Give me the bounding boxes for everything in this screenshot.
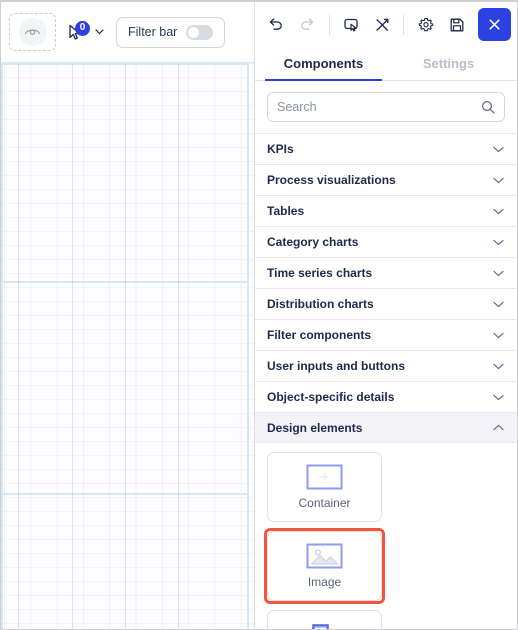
tab-settings[interactable]: Settings <box>386 47 511 80</box>
accordion-label: Filter components <box>267 328 372 342</box>
switch-knob <box>188 26 200 38</box>
save-button[interactable] <box>443 11 470 38</box>
chevron-down-icon <box>493 394 504 400</box>
component-category-list: KPIs Process visualizations Tables Categ… <box>255 133 517 629</box>
accordion-design-elements[interactable]: Design elements <box>255 412 517 443</box>
canvas-section-edge <box>1 493 3 629</box>
image-picture-icon <box>306 543 343 569</box>
selection-count-dropdown[interactable]: 0 <box>66 20 106 43</box>
panel-tabs: Components Settings <box>255 47 517 81</box>
chevron-down-icon <box>493 239 504 245</box>
filter-bar-toggle[interactable]: Filter bar <box>116 16 226 48</box>
accordion-tables[interactable]: Tables <box>255 195 517 226</box>
canvas-grid-area[interactable] <box>1 63 254 629</box>
accordion-user-inputs-and-buttons[interactable]: User inputs and buttons <box>255 350 517 381</box>
design-elements-card-grid: Container Image <box>255 443 517 629</box>
canvas-column-line <box>72 63 73 629</box>
chevron-down-icon <box>95 29 104 35</box>
chevron-up-icon <box>493 424 504 431</box>
component-card-container[interactable]: Container <box>267 452 382 522</box>
canvas-section-edge <box>1 63 3 283</box>
text-box-icon <box>312 624 329 629</box>
accordion-label: Category charts <box>267 235 359 249</box>
connections-button[interactable] <box>369 11 396 38</box>
toolbar-separator <box>403 14 405 35</box>
accordion-process-visualizations[interactable]: Process visualizations <box>255 164 517 195</box>
chevron-down-icon <box>493 146 504 152</box>
gear-icon <box>418 17 434 31</box>
cursor-in-screen-icon <box>344 18 358 31</box>
container-card-wrap: Container <box>267 452 382 522</box>
accordion-label: Distribution charts <box>267 297 374 311</box>
component-card-label: Container <box>298 496 351 510</box>
chevron-down-icon <box>493 177 504 183</box>
accordion-label: Process visualizations <box>267 173 396 187</box>
search-box[interactable] <box>267 92 505 122</box>
preview-icon-circle <box>18 18 47 46</box>
toolbar-separator <box>328 14 330 35</box>
accordion-category-charts[interactable]: Category charts <box>255 226 517 257</box>
selection-count-badge: 0 <box>75 20 90 36</box>
redo-button[interactable] <box>294 11 321 38</box>
tab-components-label: Components <box>283 56 364 71</box>
canvas-column-line <box>125 63 126 629</box>
editor-side-panel: Components Settings KPIs <box>254 2 517 629</box>
accordion-distribution-charts[interactable]: Distribution charts <box>255 288 517 319</box>
filter-bar-label: Filter bar <box>128 25 178 39</box>
canvas-section-edge <box>247 493 249 629</box>
close-panel-button[interactable] <box>478 8 511 41</box>
search-container <box>255 81 517 133</box>
canvas-column-line <box>18 63 19 629</box>
chevron-down-icon <box>493 301 504 307</box>
accordion-filter-components[interactable]: Filter components <box>255 319 517 350</box>
crossing-arrows-icon <box>375 18 389 31</box>
dashboard-canvas-pane: 0 Filter bar <box>1 2 254 629</box>
chevron-down-icon <box>493 208 504 214</box>
chevron-down-icon <box>493 363 504 369</box>
accordion-label: Time series charts <box>267 266 373 280</box>
settings-button[interactable] <box>412 11 439 38</box>
chevron-down-icon <box>493 270 504 276</box>
component-card-text-box[interactable]: Text box <box>267 610 382 629</box>
canvas-section-edge <box>247 63 249 283</box>
search-input[interactable] <box>277 100 481 114</box>
text-box-card-wrap: Text box <box>267 610 382 629</box>
filter-bar-switch[interactable] <box>186 24 214 40</box>
panel-toolbar <box>255 2 517 47</box>
accordion-label: Design elements <box>267 420 363 435</box>
canvas-toolbar: 0 Filter bar <box>1 2 254 63</box>
component-card-image[interactable]: Image <box>267 531 382 601</box>
tab-settings-label: Settings <box>422 56 475 71</box>
component-card-label: Image <box>307 575 342 589</box>
chevron-down-icon <box>493 332 504 338</box>
app-window: 0 Filter bar Components Settings Search … <box>0 0 518 630</box>
accordion-label: Tables <box>267 204 305 218</box>
canvas-section-edge <box>247 281 249 495</box>
undo-arrow-icon <box>270 18 283 30</box>
accordion-label: User inputs and buttons <box>267 359 405 373</box>
interactions-button[interactable] <box>338 11 365 38</box>
search-icon[interactable] <box>481 100 495 114</box>
redo-arrow-icon <box>301 18 314 30</box>
undo-button[interactable] <box>263 11 290 38</box>
close-x-icon <box>489 19 500 30</box>
preview-mode-button[interactable] <box>9 13 56 51</box>
accordion-time-series-charts[interactable]: Time series charts <box>255 257 517 288</box>
image-card-wrap: Image <box>264 528 385 604</box>
accordion-label: KPIs <box>267 142 294 156</box>
canvas-section-edge <box>1 281 3 495</box>
container-frame-icon <box>306 464 343 490</box>
eye-icon <box>24 29 41 36</box>
accordion-kpis[interactable]: KPIs <box>255 133 517 164</box>
tab-components[interactable]: Components <box>261 47 386 81</box>
accordion-object-specific-details[interactable]: Object-specific details <box>255 381 517 412</box>
canvas-column-line <box>178 63 179 629</box>
accordion-label: Object-specific details <box>267 390 395 404</box>
floppy-disk-icon <box>450 18 464 31</box>
